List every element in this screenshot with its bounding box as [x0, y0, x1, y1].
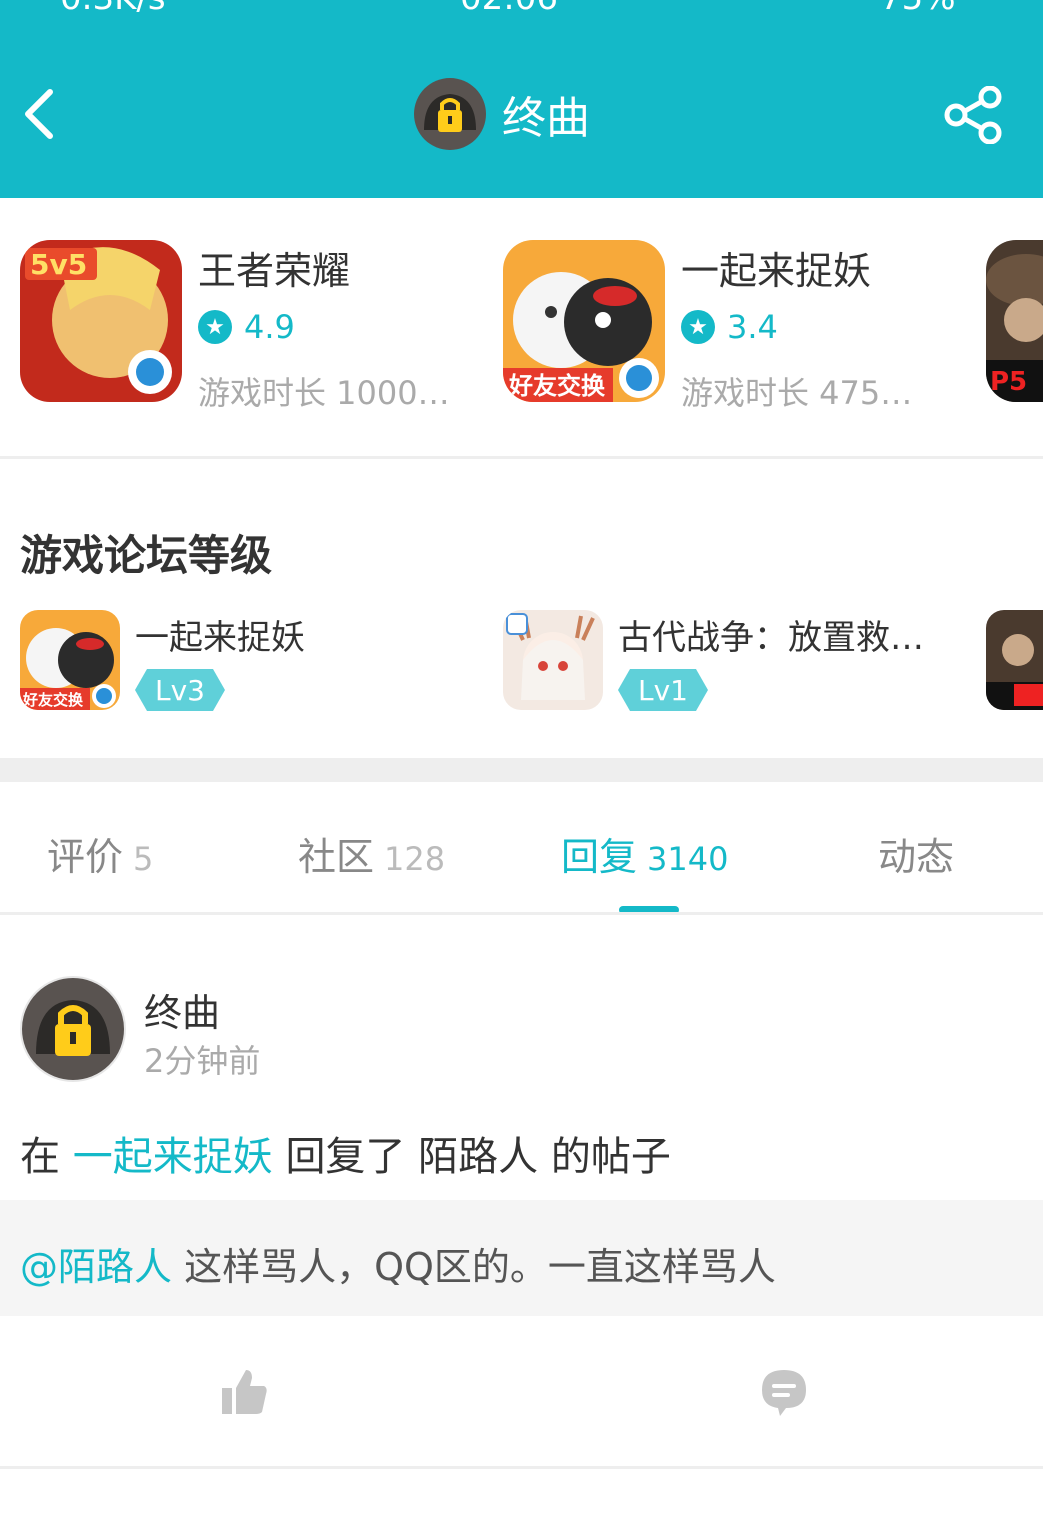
- tab-reviews[interactable]: 评价 5: [47, 826, 153, 881]
- tabs-divider: [0, 912, 1043, 915]
- header-title-group: 终曲: [414, 78, 590, 150]
- played-games-row: 5v5 王者荣耀 ★ 4.9 游戏时长 1000… 好友交换 一起来捉妖 ★ 3…: [0, 198, 1043, 456]
- game-rating: ★ 4.9: [198, 308, 295, 346]
- tab-community[interactable]: 社区 128: [298, 826, 445, 881]
- level-badge: Lv3: [135, 669, 225, 711]
- app-header: 0.3K/s 02:06 75% 终曲: [0, 0, 1043, 198]
- share-icon: [944, 85, 1002, 145]
- tab-label: 社区: [298, 835, 375, 879]
- game-name: 一起来捉妖: [681, 249, 872, 293]
- tab-count: 128: [384, 840, 446, 878]
- battery-level: 75%: [880, 0, 956, 18]
- post-suffix: 回复了 陌路人 的帖子: [285, 1134, 671, 1180]
- star-icon: ★: [198, 310, 232, 344]
- tab-label: 回复: [561, 835, 638, 879]
- thumbs-up-icon: [222, 1370, 267, 1414]
- tab-label: 动态: [878, 835, 955, 879]
- reply-text: 这样骂人，QQ区的。一直这样骂人: [184, 1245, 776, 1289]
- forum-game-icon: 好友交换: [20, 610, 120, 710]
- forum-game-name: 一起来捉妖: [135, 618, 305, 658]
- tab-count: 3140: [647, 840, 729, 878]
- game-rating: ★ 3.4: [681, 308, 778, 346]
- lock-icon: [36, 1000, 110, 1056]
- avatar[interactable]: [20, 976, 126, 1082]
- page-title: 终曲: [502, 93, 590, 144]
- reply-content: @陌路人 这样骂人，QQ区的。一直这样骂人: [20, 1236, 776, 1291]
- reply-quote[interactable]: @陌路人 这样骂人，QQ区的。一直这样骂人: [0, 1200, 1043, 1316]
- svg-text:5v5: 5v5: [30, 248, 87, 281]
- profile-tabs: 评价 5 社区 128 回复 3140 动态: [0, 782, 1043, 914]
- forum-level-heading: 游戏论坛等级: [20, 531, 273, 580]
- star-icon: ★: [681, 310, 715, 344]
- forum-game-name: 古代战争：放置救…: [618, 618, 924, 658]
- chevron-left-icon: [25, 89, 53, 139]
- like-button[interactable]: [218, 1366, 270, 1418]
- rating-value: 4.9: [244, 308, 295, 346]
- status-bar: 0.3K/s 02:06 75%: [0, 0, 1043, 18]
- post-summary: 在 一起来捉妖 回复了 陌路人 的帖子: [20, 1124, 671, 1182]
- status-time: 02:06: [460, 0, 558, 18]
- avatar: [414, 78, 486, 150]
- game-name: 王者荣耀: [198, 249, 351, 293]
- svg-text:P5: P5: [990, 367, 1027, 397]
- post-prefix: 在: [20, 1134, 60, 1180]
- post-timestamp: 2分钟前: [144, 1042, 261, 1080]
- level-badge: Lv1: [618, 669, 708, 711]
- tab-count: 5: [133, 840, 154, 878]
- rating-value: 3.4: [727, 308, 778, 346]
- game-playtime: 游戏时长 1000…: [198, 374, 450, 412]
- comment-icon: [762, 1370, 806, 1416]
- tab-activity[interactable]: 动态: [878, 826, 954, 881]
- network-speed: 0.3K/s: [60, 0, 166, 18]
- section-spacer: [0, 758, 1043, 782]
- post-username[interactable]: 终曲: [144, 982, 220, 1037]
- forum-game-icon: [503, 610, 603, 710]
- game-icon: P5: [986, 240, 1043, 402]
- section-divider: [0, 456, 1043, 459]
- game-icon: 5v5: [20, 240, 182, 402]
- tab-replies[interactable]: 回复 3140: [561, 826, 728, 881]
- share-button[interactable]: [944, 85, 1002, 145]
- tab-label: 评价: [47, 835, 124, 879]
- game-link[interactable]: 一起来捉妖: [73, 1134, 273, 1180]
- mention-link[interactable]: @陌路人: [20, 1245, 172, 1289]
- game-icon: 好友交换: [503, 240, 665, 402]
- svg-text:好友交换: 好友交换: [22, 691, 84, 709]
- forum-game-icon: [986, 610, 1043, 710]
- lock-icon: [424, 94, 476, 132]
- game-playtime: 游戏时长 475…: [681, 374, 913, 412]
- svg-text:好友交换: 好友交换: [508, 372, 606, 400]
- comment-button[interactable]: [758, 1366, 810, 1418]
- back-button[interactable]: [20, 88, 68, 140]
- post-divider: [0, 1466, 1043, 1469]
